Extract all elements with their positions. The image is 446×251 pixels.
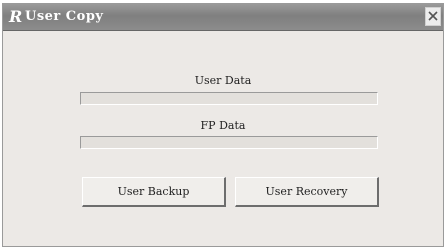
user-recovery-button[interactable]: User Recovery xyxy=(235,177,379,207)
user-data-progress-bar xyxy=(80,92,378,105)
user-backup-button[interactable]: User Backup xyxy=(82,177,226,207)
close-button[interactable] xyxy=(425,7,441,26)
fp-data-label: FP Data xyxy=(200,119,246,132)
user-copy-dialog: R User Copy User Data FP Data User Backu… xyxy=(2,3,444,247)
title-bar[interactable]: R User Copy xyxy=(3,4,443,31)
user-data-label: User Data xyxy=(194,74,252,87)
app-logo-icon: R xyxy=(9,7,23,26)
window-title: User Copy xyxy=(25,9,104,24)
fp-data-progress-bar xyxy=(80,136,378,149)
close-icon xyxy=(428,11,438,21)
